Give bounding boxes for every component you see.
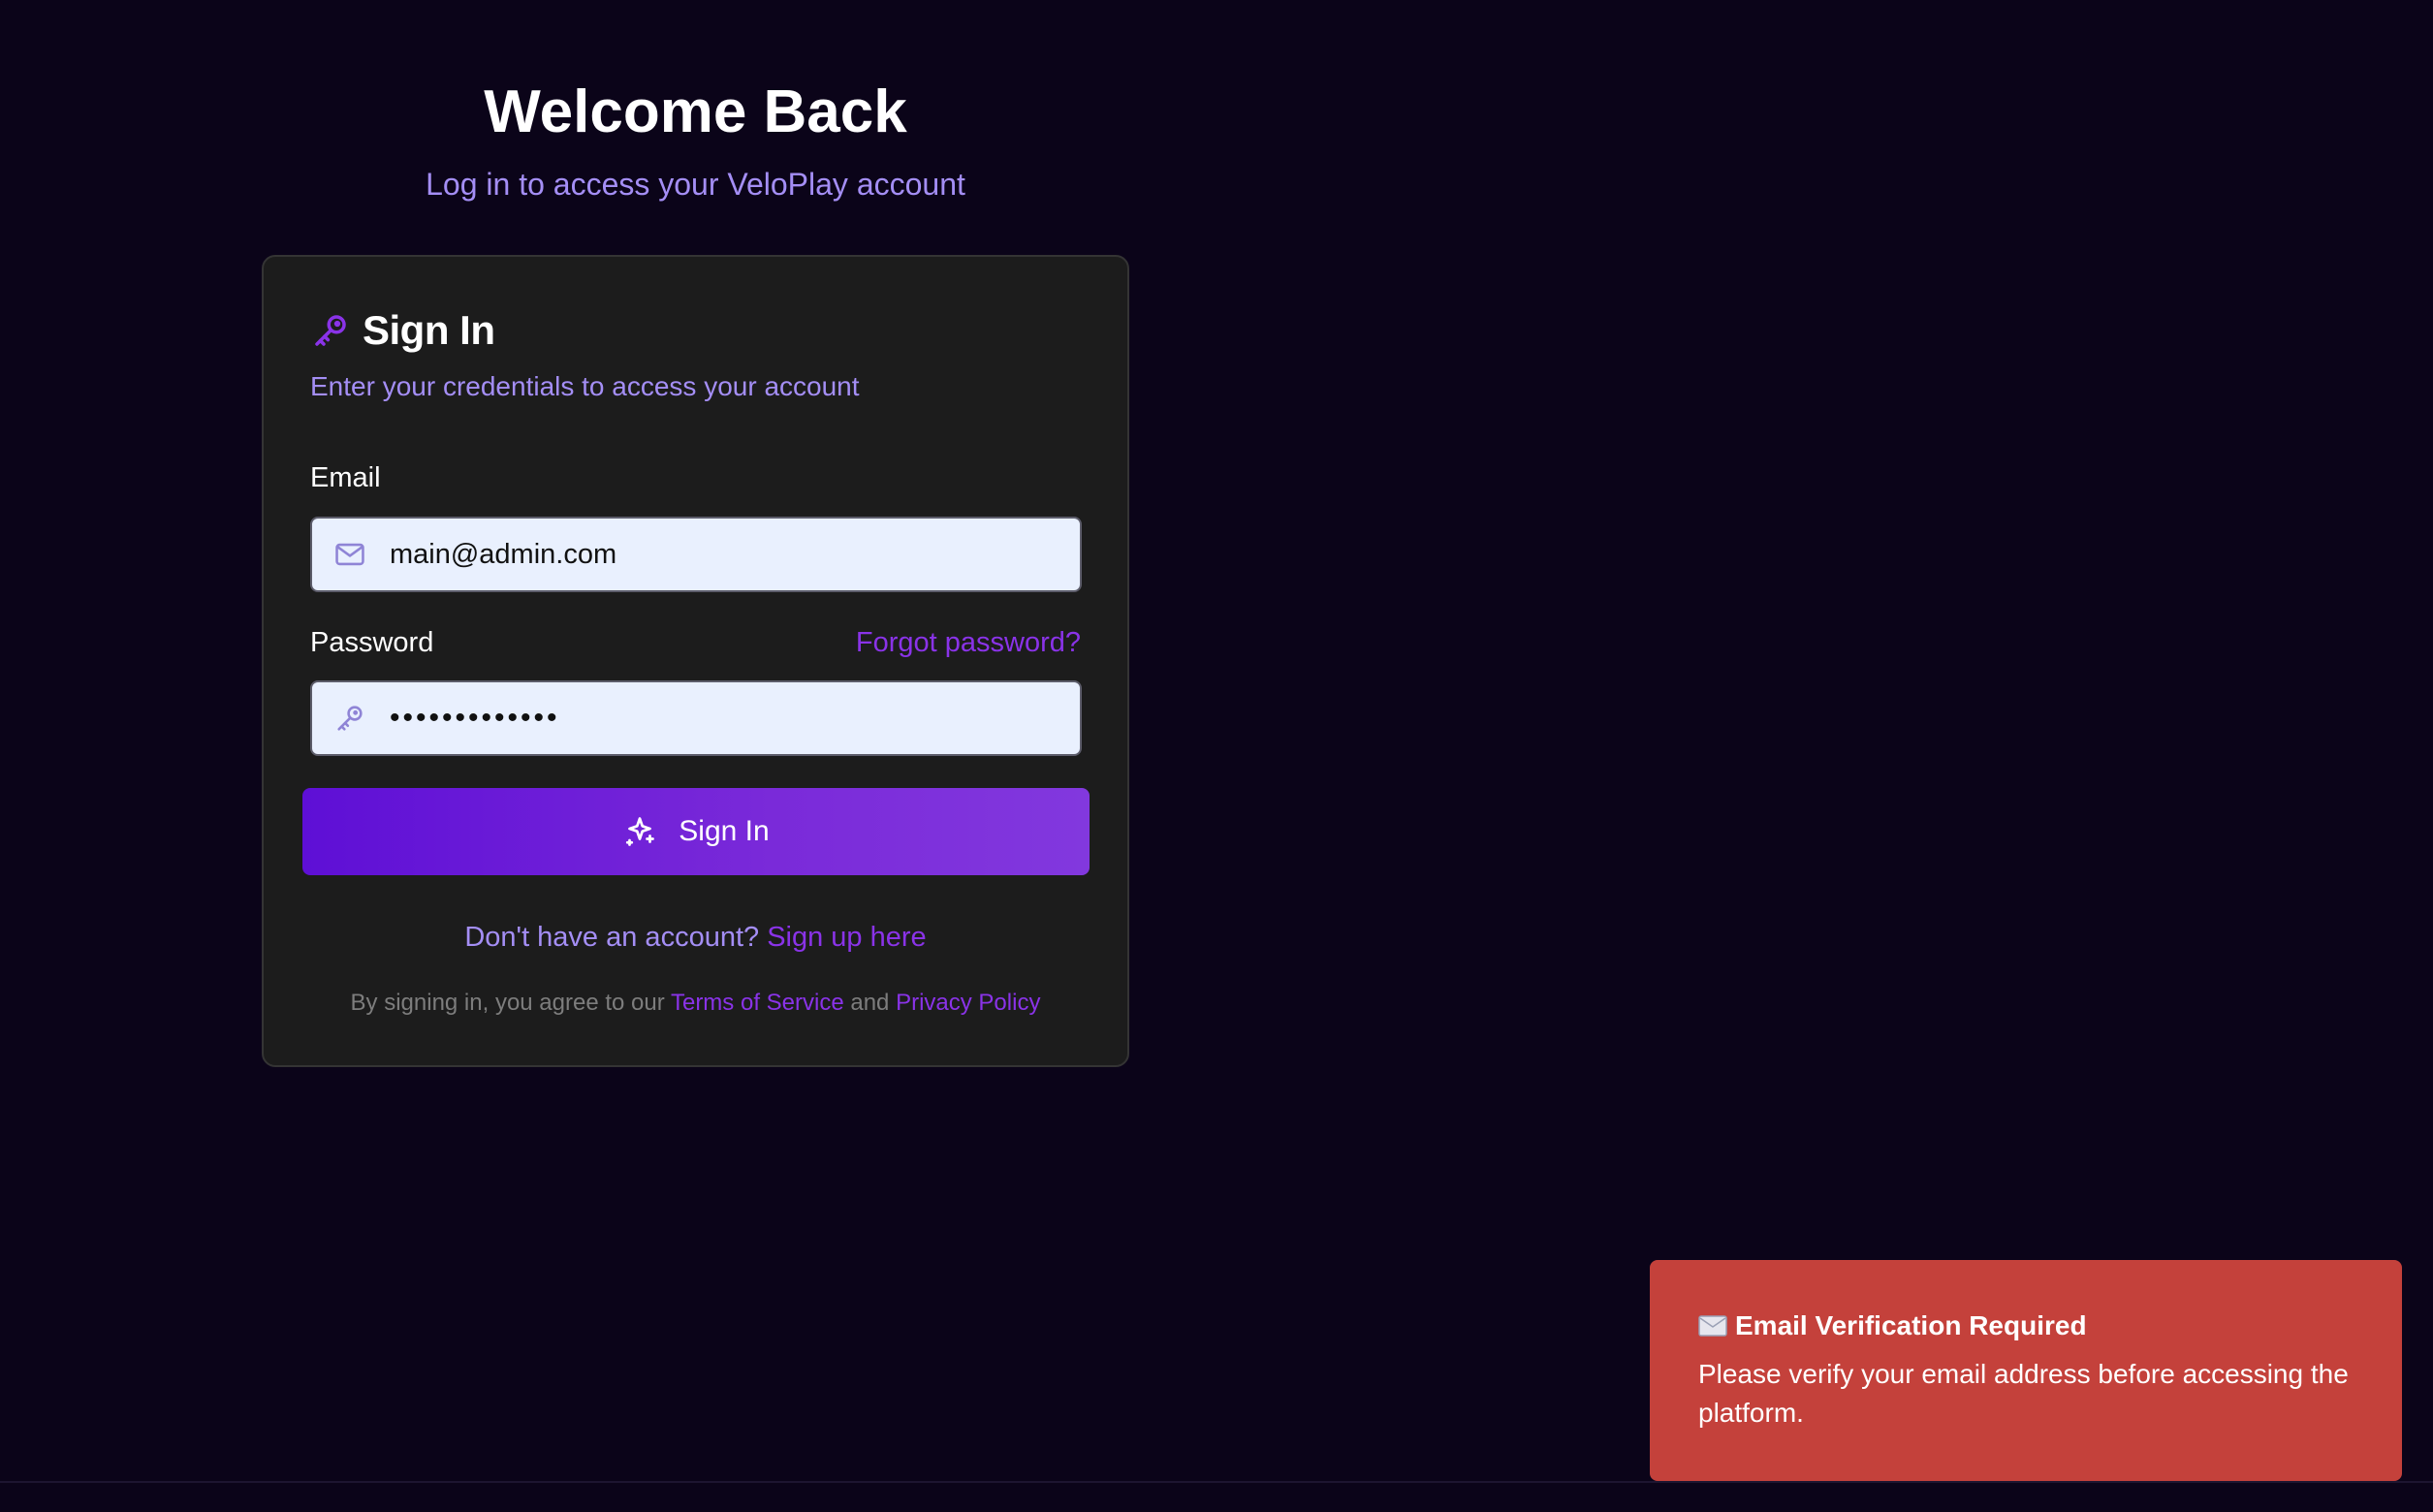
hero: Welcome Back Log in to access your VeloP… xyxy=(262,76,1129,205)
key-icon xyxy=(315,315,346,346)
legal-prefix: By signing in, you agree to our xyxy=(350,990,665,1016)
signup-link[interactable]: Sign up here xyxy=(767,922,926,953)
page-title: Welcome Back xyxy=(484,79,907,145)
legal-and: and xyxy=(850,990,890,1016)
sign-in-card: Sign In Enter your credentials to access… xyxy=(262,255,1129,1067)
email-field[interactable] xyxy=(310,517,1082,592)
email-input[interactable] xyxy=(390,538,1049,571)
signup-prompt-text: Don't have an account? xyxy=(464,922,760,953)
toast-title: Email Verification Required xyxy=(1735,1310,2087,1340)
login-page: Welcome Back Log in to access your VeloP… xyxy=(0,0,2433,1512)
mail-icon xyxy=(335,543,364,566)
page-subtitle: Log in to access your VeloPlay account xyxy=(426,167,965,202)
password-label: Password xyxy=(310,627,434,658)
password-input[interactable]: ••••••••••••• xyxy=(390,702,560,735)
forgot-password-link[interactable]: Forgot password? xyxy=(856,627,1081,659)
legal-notice: By signing in, you agree to our Terms of… xyxy=(264,990,1127,1017)
toast-message: Please verify your email address before … xyxy=(1698,1359,2349,1428)
privacy-link[interactable]: Privacy Policy xyxy=(896,990,1040,1016)
sign-in-button[interactable]: Sign In xyxy=(302,788,1090,875)
card-title: Sign In xyxy=(363,307,495,353)
email-label: Email xyxy=(310,462,381,493)
card-header: Sign In xyxy=(310,307,495,354)
terms-link[interactable]: Terms of Service xyxy=(671,990,844,1016)
card-description: Enter your credentials to access your ac… xyxy=(310,371,860,401)
signup-prompt: Don't have an account? Sign up here xyxy=(264,922,1127,954)
email-verification-toast[interactable]: Email Verification Required Please verif… xyxy=(1650,1260,2402,1481)
sign-in-button-label: Sign In xyxy=(679,815,770,847)
bottom-divider xyxy=(0,1481,2433,1483)
key-icon xyxy=(337,706,363,731)
mail-emoji-icon xyxy=(1698,1315,1727,1337)
toast-title-row: Email Verification Required xyxy=(1698,1310,2354,1341)
password-field[interactable]: ••••••••••••• xyxy=(310,680,1082,756)
sparkles-icon xyxy=(626,817,655,846)
